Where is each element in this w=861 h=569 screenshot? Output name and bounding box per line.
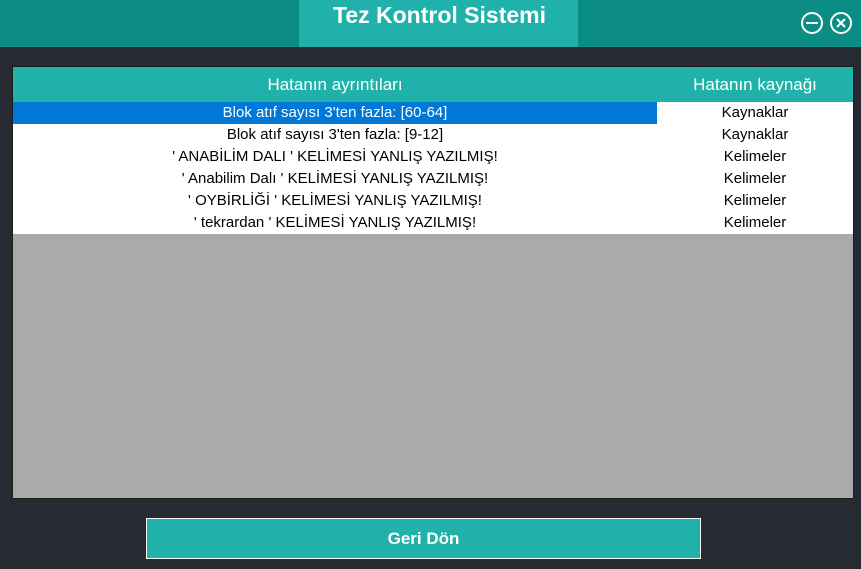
close-button[interactable] bbox=[830, 12, 852, 34]
cell-error-source: Kelimeler bbox=[723, 170, 787, 187]
close-icon bbox=[836, 18, 846, 28]
column-header-source[interactable]: Hatanın kaynağı bbox=[657, 67, 853, 102]
cell-error-detail: ' Anabilim Dalı ' KELİMESİ YANLIŞ YAZILM… bbox=[181, 170, 489, 187]
cell-error-source: Kelimeler bbox=[723, 148, 787, 165]
table-row[interactable]: ' Anabilim Dalı ' KELİMESİ YANLIŞ YAZILM… bbox=[13, 168, 853, 190]
cell-error-source: Kaynaklar bbox=[721, 126, 789, 143]
minimize-button[interactable] bbox=[801, 12, 823, 34]
cell-error-source: Kaynaklar bbox=[721, 104, 789, 121]
cell-error-detail: ' ANABİLİM DALI ' KELİMESİ YANLIŞ YAZILM… bbox=[172, 148, 498, 165]
cell-error-source: Kelimeler bbox=[723, 214, 787, 231]
back-button[interactable]: Geri Dön bbox=[146, 518, 701, 559]
table-row[interactable]: ' tekrardan ' KELİMESİ YANLIŞ YAZILMIŞ! K… bbox=[13, 212, 853, 234]
table-row[interactable]: Blok atıf sayısı 3'ten fazla: [9-12] Kayn… bbox=[13, 124, 853, 146]
column-header-details[interactable]: Hatanın ayrıntıları bbox=[13, 67, 657, 102]
grid-rows: Blok atıf sayısı 3'ten fazla: [60-64] Kay… bbox=[13, 102, 853, 234]
cell-error-detail: ' OYBİRLİĞİ ' KELİMESİ YANLIŞ YAZILMIŞ! bbox=[188, 192, 482, 209]
grid-header: Hatanın ayrıntıları Hatanın kaynağı bbox=[13, 67, 853, 102]
table-row[interactable]: ' ANABİLİM DALI ' KELİMESİ YANLIŞ YAZILM… bbox=[13, 146, 853, 168]
cell-error-detail: ' tekrardan ' KELİMESİ YANLIŞ YAZILMIŞ! bbox=[193, 214, 477, 231]
cell-error-detail: Blok atıf sayısı 3'ten fazla: [60-64] bbox=[13, 102, 657, 124]
table-row[interactable]: ' OYBİRLİĞİ ' KELİMESİ YANLIŞ YAZILMIŞ! K… bbox=[13, 190, 853, 212]
cell-error-source: Kelimeler bbox=[723, 192, 787, 209]
cell-error-detail: Blok atıf sayısı 3'ten fazla: [9-12] bbox=[226, 126, 444, 143]
error-grid[interactable]: Hatanın ayrıntıları Hatanın kaynağı Blok… bbox=[12, 66, 854, 499]
table-row[interactable]: Blok atıf sayısı 3'ten fazla: [60-64] Kay… bbox=[13, 102, 853, 124]
window-title: Tez Kontrol Sistemi bbox=[333, 2, 546, 28]
minimize-icon bbox=[806, 22, 818, 24]
